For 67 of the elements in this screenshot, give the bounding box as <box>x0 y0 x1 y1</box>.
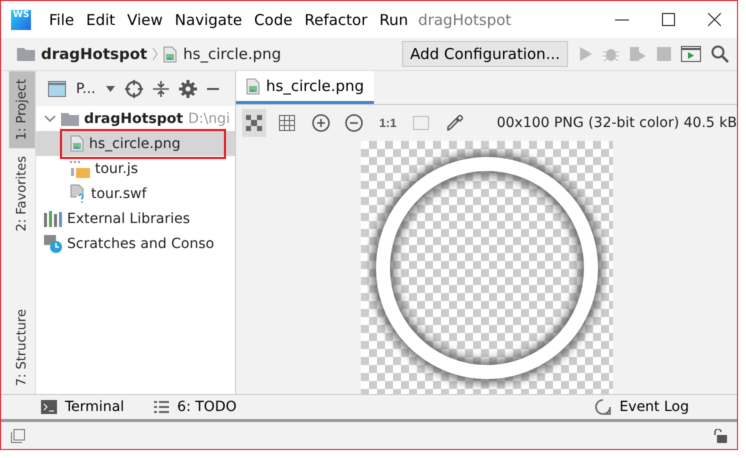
folder-icon <box>61 112 79 126</box>
breadcrumb[interactable]: dragHotspot <box>17 45 148 63</box>
scratch-clock-icon <box>44 234 62 252</box>
tree-item-label: tour.swf <box>91 186 147 202</box>
image-info: 00x100 PNG (32-bit color) 40.5 kB <box>496 115 737 131</box>
eyedropper-icon <box>446 115 463 131</box>
gear-icon[interactable] <box>178 80 197 98</box>
search-icon[interactable] <box>711 45 729 63</box>
tree-item[interactable]: hs_circle.png <box>36 131 235 156</box>
event-log-button[interactable]: Event Log <box>595 399 689 415</box>
zoom-out-icon <box>345 114 364 132</box>
tree-item[interactable]: Scratches and Conso <box>36 231 235 256</box>
terminal-icon <box>41 400 57 414</box>
image-file-icon <box>163 46 178 62</box>
tool-window-tab[interactable]: 7: Structure <box>9 300 35 394</box>
image-file-icon <box>246 78 260 94</box>
view-selector[interactable]: P... <box>76 80 96 96</box>
close-icon <box>708 13 720 26</box>
tree-item-label: hs_circle.png <box>89 136 180 152</box>
breadcrumb[interactable]: hs_circle.png <box>163 45 282 63</box>
menu-item[interactable]: Refactor <box>298 10 374 28</box>
menu-item[interactable]: View <box>121 10 169 28</box>
image-file-icon <box>70 135 84 152</box>
unknown-file-icon <box>70 184 86 203</box>
tree-item-label: dragHotspot <box>84 110 184 126</box>
menu-item[interactable]: Edit <box>80 10 122 28</box>
actual-size-button[interactable]: 1:1 <box>376 109 400 137</box>
run-configuration-button[interactable]: Add Configuration... <box>402 41 568 67</box>
locate-target-icon[interactable] <box>124 80 143 98</box>
library-icon <box>44 210 62 226</box>
javascript-file-icon <box>70 159 90 178</box>
menu-item[interactable]: File <box>43 10 80 28</box>
collapse-all-icon[interactable] <box>152 80 169 98</box>
project-view-icon <box>48 80 66 96</box>
breadcrumb-chevron-icon <box>152 47 158 61</box>
zoom-in-icon <box>312 114 330 132</box>
app-logo-icon: WS <box>11 10 31 30</box>
path-label: D:\ngi <box>188 110 230 126</box>
tree-item[interactable]: dragHotspot D:\ngi <box>36 106 235 131</box>
tool-window-tab[interactable]: 2: Favorites <box>9 148 35 240</box>
tool-window-tab[interactable]: 1: Project <box>9 71 35 148</box>
editor-tab[interactable]: hs_circle.png <box>236 71 374 104</box>
folder-icon <box>17 47 35 61</box>
dropdown-caret-icon[interactable] <box>106 86 115 92</box>
run-window-icon[interactable] <box>681 46 701 62</box>
chessboard-icon <box>246 115 262 131</box>
menu-item[interactable]: Run <box>373 10 414 28</box>
unlocked-padlock-icon <box>713 428 727 442</box>
fit-icon <box>413 116 430 130</box>
maximize-icon <box>662 13 674 26</box>
chevron-icon[interactable] <box>44 114 56 122</box>
minimize-icon <box>615 18 629 20</box>
tree-item[interactable]: External Libraries <box>36 206 235 231</box>
tree-item-label: External Libraries <box>67 210 190 226</box>
grid-icon <box>279 115 296 131</box>
tool-window-button[interactable]: Terminal <box>41 399 124 415</box>
chessboard-toggle[interactable] <box>242 109 266 137</box>
list-icon <box>154 401 170 413</box>
tool-window-button[interactable]: 6: TODO <box>154 399 237 415</box>
tree-item[interactable]: tour.js <box>36 156 235 181</box>
tree-item-label: tour.js <box>95 160 138 176</box>
tree-item-label: Scratches and Conso <box>67 236 214 252</box>
window-title: dragHotspot <box>418 10 512 28</box>
panels-icon[interactable] <box>11 428 25 442</box>
menu-item[interactable]: Code <box>248 10 298 28</box>
tree-item[interactable]: tour.swf <box>36 181 235 206</box>
menu-item[interactable]: Navigate <box>168 10 248 28</box>
